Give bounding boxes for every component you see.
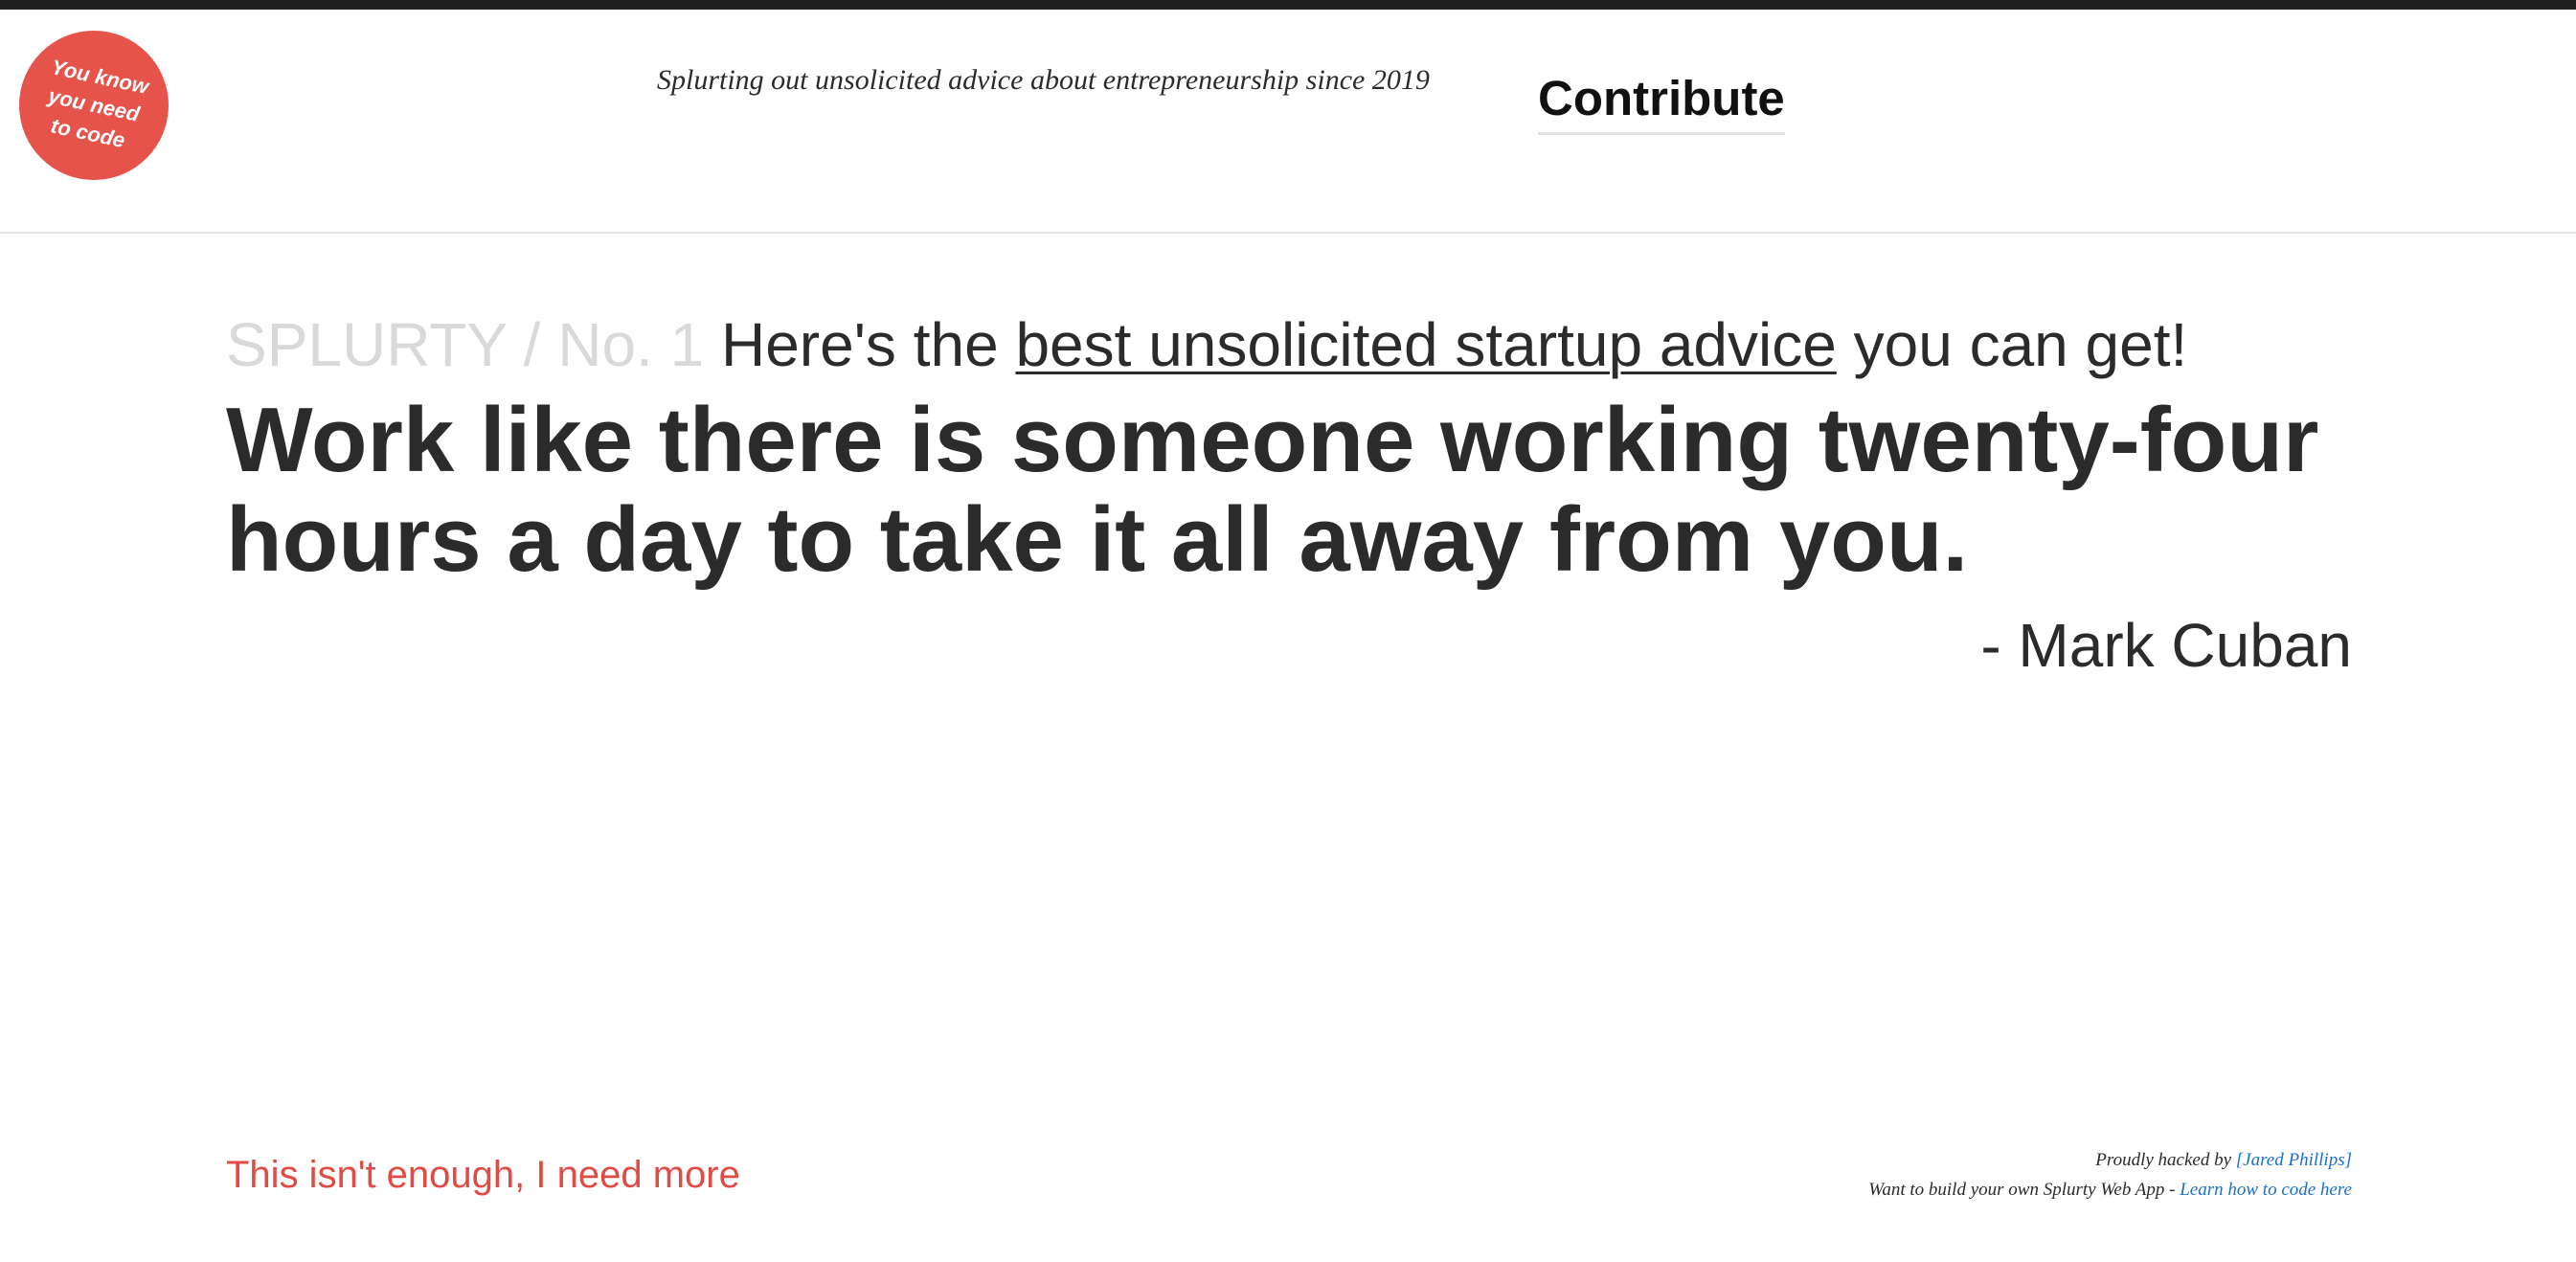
quote-text: Work like there is someone working twent… — [226, 389, 2319, 591]
quote-number-label: SPLURTY / No. 1 — [226, 310, 705, 379]
site-tagline: Splurting out unsolicited advice about e… — [657, 64, 1430, 96]
top-bar — [0, 0, 2576, 10]
contribute-link[interactable]: Contribute — [1538, 67, 1785, 135]
need-more-link[interactable]: This isn't enough, I need more — [226, 1149, 740, 1201]
quote-author: - Mark Cuban — [1980, 611, 2352, 680]
learn-to-code-link[interactable]: Learn how to code here — [2180, 1180, 2352, 1200]
badge-text: You know you need to code — [5, 16, 182, 193]
credit-line: Proudly hacked by [Jared Phillips] — [1868, 1145, 2352, 1175]
best-advice-link[interactable]: best unsolicited startup advice — [1015, 310, 1836, 379]
author-credit-link[interactable]: [Jared Phillips] — [2236, 1150, 2352, 1170]
footer-credits: Proudly hacked by [Jared Phillips] Want … — [1868, 1145, 2352, 1205]
you-know-you-need-to-code-badge[interactable]: You know you need to code — [19, 31, 169, 180]
credit-prefix: Proudly hacked by — [2095, 1150, 2232, 1170]
intro-text-after: you can get! — [1853, 310, 2188, 379]
quote-subhead: SPLURTY / No. 1 Here's the best unsolici… — [226, 304, 2352, 385]
quote-section: SPLURTY / No. 1 Here's the best unsolici… — [226, 304, 2352, 686]
site-header: You know you need to code Splurting out … — [0, 10, 2576, 234]
build-line: Want to build your own Splurty Web App -… — [1868, 1175, 2352, 1205]
build-prefix: Want to build your own Splurty Web App - — [1868, 1180, 2176, 1200]
intro-text-before: Here's the — [720, 310, 999, 379]
